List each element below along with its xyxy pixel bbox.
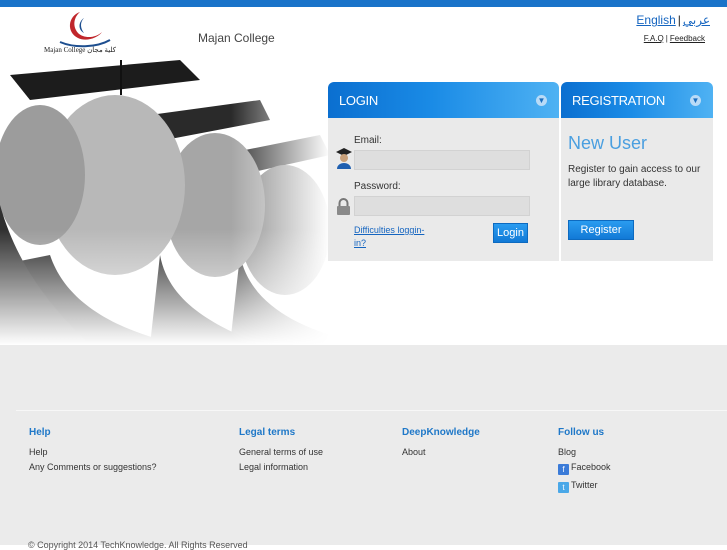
email-label: Email:: [354, 135, 382, 146]
facebook-icon: f: [558, 464, 569, 475]
registration-panel-title: REGISTRATION: [572, 93, 665, 108]
lock-icon: [337, 198, 350, 215]
footer-link-comments[interactable]: Any Comments or suggestions?: [29, 462, 157, 472]
registration-description: Register to gain access to our large lib…: [568, 164, 701, 189]
chevron-down-icon[interactable]: ▼: [690, 95, 701, 106]
user-icon: [336, 148, 352, 169]
chevron-down-icon[interactable]: ▼: [536, 95, 547, 106]
footer: Help Help Any Comments or suggestions? L…: [0, 345, 727, 550]
footer-column-deepknowledge: DeepKnowledge About: [402, 427, 480, 462]
copyright-text: © Copyright 2014 TechKnowledge. All Righ…: [28, 540, 248, 550]
logo-caption: Majan College كلية مجان: [44, 46, 116, 54]
password-label: Password:: [354, 181, 401, 192]
faq-link[interactable]: F.A.Q: [644, 34, 664, 43]
language-english-link[interactable]: English: [636, 13, 675, 27]
register-button[interactable]: Register: [568, 220, 634, 240]
login-button[interactable]: Login: [493, 223, 528, 243]
footer-column-legal: Legal terms General terms of use Legal i…: [239, 427, 323, 477]
password-field[interactable]: [354, 196, 530, 216]
footer-divider: [16, 410, 727, 411]
footer-column-help: Help Help Any Comments or suggestions?: [29, 427, 157, 477]
new-user-heading: New User: [568, 133, 648, 153]
graduates-hero-image: [0, 55, 330, 345]
login-panel-header[interactable]: LOGIN ▼: [328, 82, 559, 118]
footer-link-twitter[interactable]: t Twitter: [558, 480, 611, 493]
footer-heading-help: Help: [29, 427, 51, 438]
registration-panel-header[interactable]: REGISTRATION ▼: [561, 82, 713, 118]
footer-link-blog[interactable]: Blog: [558, 447, 611, 457]
email-field[interactable]: [354, 150, 530, 170]
login-panel-title: LOGIN: [339, 93, 378, 108]
feedback-link[interactable]: Feedback: [670, 34, 705, 43]
language-arabic-link[interactable]: عربي: [683, 13, 710, 27]
footer-link-legal-info[interactable]: Legal information: [239, 462, 323, 472]
footer-link-help[interactable]: Help: [29, 447, 157, 457]
top-accent-bar: [0, 0, 727, 7]
language-switcher: English | عربي: [636, 13, 710, 27]
footer-heading-legal: Legal terms: [239, 427, 296, 438]
login-panel: Email: Password: Difficulties loggin-in?…: [328, 118, 559, 261]
footer-link-about[interactable]: About: [402, 447, 480, 457]
footer-link-terms[interactable]: General terms of use: [239, 447, 323, 457]
facebook-label: Facebook: [571, 462, 611, 472]
site-title: Majan College: [198, 31, 275, 45]
footer-link-facebook[interactable]: f Facebook: [558, 462, 611, 475]
twitter-label: Twitter: [571, 480, 598, 490]
twitter-icon: t: [558, 482, 569, 493]
registration-panel: New User Register to gain access to our …: [561, 118, 713, 261]
language-separator: |: [677, 13, 681, 27]
footer-heading-deepknowledge: DeepKnowledge: [402, 427, 480, 438]
top-links-separator: |: [665, 34, 668, 43]
top-links: F.A.Q | Feedback: [644, 34, 705, 43]
login-difficulties-link[interactable]: Difficulties loggin-in?: [354, 224, 434, 250]
footer-heading-follow: Follow us: [558, 427, 605, 438]
footer-column-follow: Follow us Blog f Facebook t Twitter: [558, 427, 611, 498]
